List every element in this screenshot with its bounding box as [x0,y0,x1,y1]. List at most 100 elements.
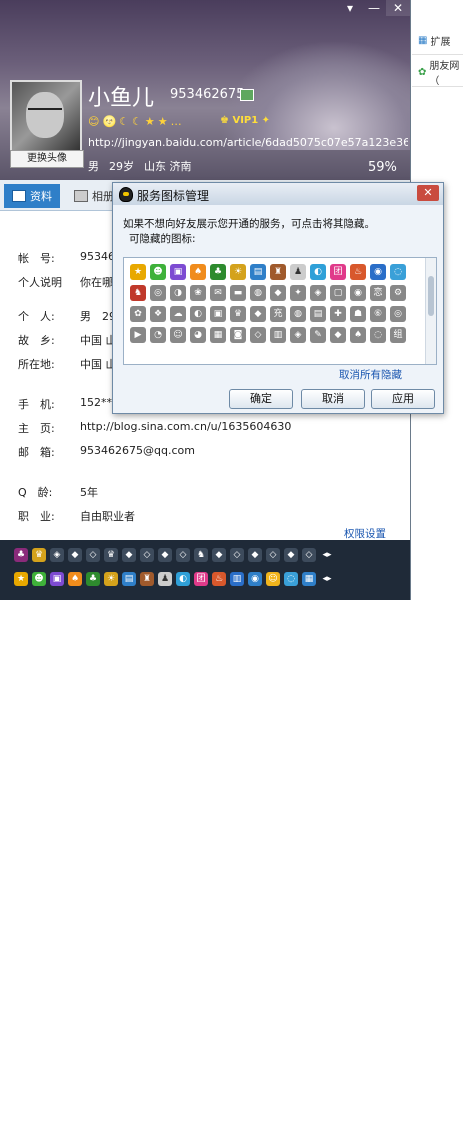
service-icon[interactable]: ◇ [266,548,280,562]
change-avatar-button[interactable]: 更换头像 [10,150,84,168]
service-icon[interactable]: ◌ [370,327,386,343]
service-icon[interactable]: ▤ [310,306,326,322]
service-icon[interactable]: ▢ [330,285,346,301]
camera-service-icon[interactable]: ◉ [370,264,386,280]
service-icon[interactable]: ♞ [130,285,146,301]
pet-service-icon[interactable]: ☻ [150,264,166,280]
background-tab-friends[interactable]: ✿ 朋友网（ [418,61,463,87]
play-service-icon[interactable]: ▶ [130,327,146,343]
service-icon[interactable]: ◔ [150,327,166,343]
service-icon[interactable]: ♨ [212,572,226,586]
apply-button[interactable]: 应用 [371,389,435,409]
group-buy-service-icon[interactable]: 团 [330,264,346,280]
service-icon[interactable]: ♠ [190,264,206,280]
service-icon[interactable]: ♛ [104,548,118,562]
service-icon[interactable]: ✚ [330,306,346,322]
service-icon[interactable]: ▣ [210,306,226,322]
cancel-all-hidden-link[interactable]: 取消所有隐藏 [339,367,402,382]
service-icon[interactable]: ☀ [104,572,118,586]
mail-service-icon[interactable]: ✉ [210,285,226,301]
grid-scrollbar[interactable] [425,258,436,364]
permission-settings-link[interactable]: 权限设置 [344,526,386,541]
service-icon[interactable]: ◍ [290,306,306,322]
show-service-icon[interactable]: ▣ [170,264,186,280]
service-icon[interactable]: ♠ [350,327,366,343]
service-icon[interactable]: ♛ [230,306,246,322]
skin-button[interactable]: ▾ [338,0,362,16]
service-icon[interactable]: ◇ [86,548,100,562]
farm-service-icon[interactable]: ♜ [270,264,286,280]
homepage-link[interactable]: http://blog.sina.com.cn/u/1635604630 [80,420,291,436]
service-icon[interactable]: ▥ [270,327,286,343]
scroll-arrows-icon[interactable]: ◂▸ [320,548,334,562]
mobile-service-icon[interactable]: ▤ [250,264,266,280]
vip-badge[interactable]: ♚ VIP1 ✦ [220,115,270,126]
star-service-icon[interactable]: ★ [130,264,146,280]
service-icon[interactable]: ◆ [158,548,172,562]
service-icon[interactable]: ♠ [68,572,82,586]
service-icon[interactable]: ☀ [230,264,246,280]
service-icon[interactable]: ◆ [212,548,226,562]
service-icon[interactable]: ✎ [310,327,326,343]
background-tab-extend[interactable]: ▦ 扩展 [418,30,463,50]
service-icon[interactable]: ❖ [150,306,166,322]
cancel-button[interactable]: 取消 [301,389,365,409]
service-icon[interactable]: ◑ [170,285,186,301]
service-icon[interactable]: ✦ [290,285,306,301]
scroll-arrows-icon[interactable]: ◂▸ [320,572,334,586]
service-icon[interactable]: ◆ [68,548,82,562]
service-icon[interactable]: ◇ [140,548,154,562]
service-icon[interactable]: ◐ [176,572,190,586]
service-icon[interactable]: ♞ [194,548,208,562]
service-icon[interactable]: ♣ [14,548,28,562]
service-icon[interactable]: ◆ [270,285,286,301]
service-icon[interactable]: 组 [390,327,406,343]
service-icon[interactable]: ◕ [190,327,206,343]
service-icon[interactable]: ◆ [250,306,266,322]
service-icon[interactable]: ◈ [50,548,64,562]
service-icon[interactable]: ❀ [190,285,206,301]
service-icon[interactable]: ▦ [210,327,226,343]
service-icon[interactable]: ◇ [302,548,316,562]
service-icon[interactable]: ☺ [170,327,186,343]
service-icon[interactable]: ☗ [350,306,366,322]
service-icon[interactable]: ◉ [248,572,262,586]
service-icon[interactable]: 恋 [370,285,386,301]
service-icon[interactable]: ♛ [32,548,46,562]
service-icon[interactable]: ♜ [140,572,154,586]
copy-icon[interactable] [240,89,254,101]
service-icon[interactable]: ☺ [266,572,280,586]
service-icon[interactable]: ⑥ [370,306,386,322]
service-icon[interactable]: ▬ [230,285,246,301]
minimize-button[interactable]: — [362,0,386,16]
service-icon[interactable]: 充 [270,306,286,322]
scrollbar-thumb[interactable] [428,276,434,316]
service-icon[interactable]: ◈ [290,327,306,343]
service-icon[interactable]: ◆ [330,327,346,343]
service-icon[interactable]: ✿ [130,306,146,322]
service-icon[interactable]: ◉ [350,285,366,301]
service-icon[interactable]: ◐ [190,306,206,322]
service-icon[interactable]: ♨ [350,264,366,280]
service-icon[interactable]: ◆ [284,548,298,562]
service-icon[interactable]: ▦ [302,572,316,586]
service-icon[interactable]: ◇ [250,327,266,343]
service-icon[interactable]: ◍ [250,285,266,301]
service-icon[interactable]: ◌ [284,572,298,586]
dialog-close-button[interactable]: ✕ [417,185,439,201]
service-icon[interactable]: ⚙ [390,285,406,301]
tab-profile[interactable]: 资料 [4,184,60,208]
service-icon[interactable]: ◆ [248,548,262,562]
signature-link[interactable]: http://jingyan.baidu.com/article/6dad507… [88,136,408,149]
service-icon[interactable]: ☻ [32,572,46,586]
service-icon[interactable]: 团 [194,572,208,586]
service-icon[interactable]: ◌ [390,264,406,280]
avatar[interactable] [10,80,82,152]
service-icon[interactable]: ♟ [290,264,306,280]
service-icon[interactable]: ☁ [170,306,186,322]
clover-service-icon[interactable]: ♣ [210,264,226,280]
service-icon[interactable]: ◇ [230,548,244,562]
service-icon[interactable]: ◈ [310,285,326,301]
service-icon[interactable]: ♟ [158,572,172,586]
star-service-icon[interactable]: ★ [14,572,28,586]
